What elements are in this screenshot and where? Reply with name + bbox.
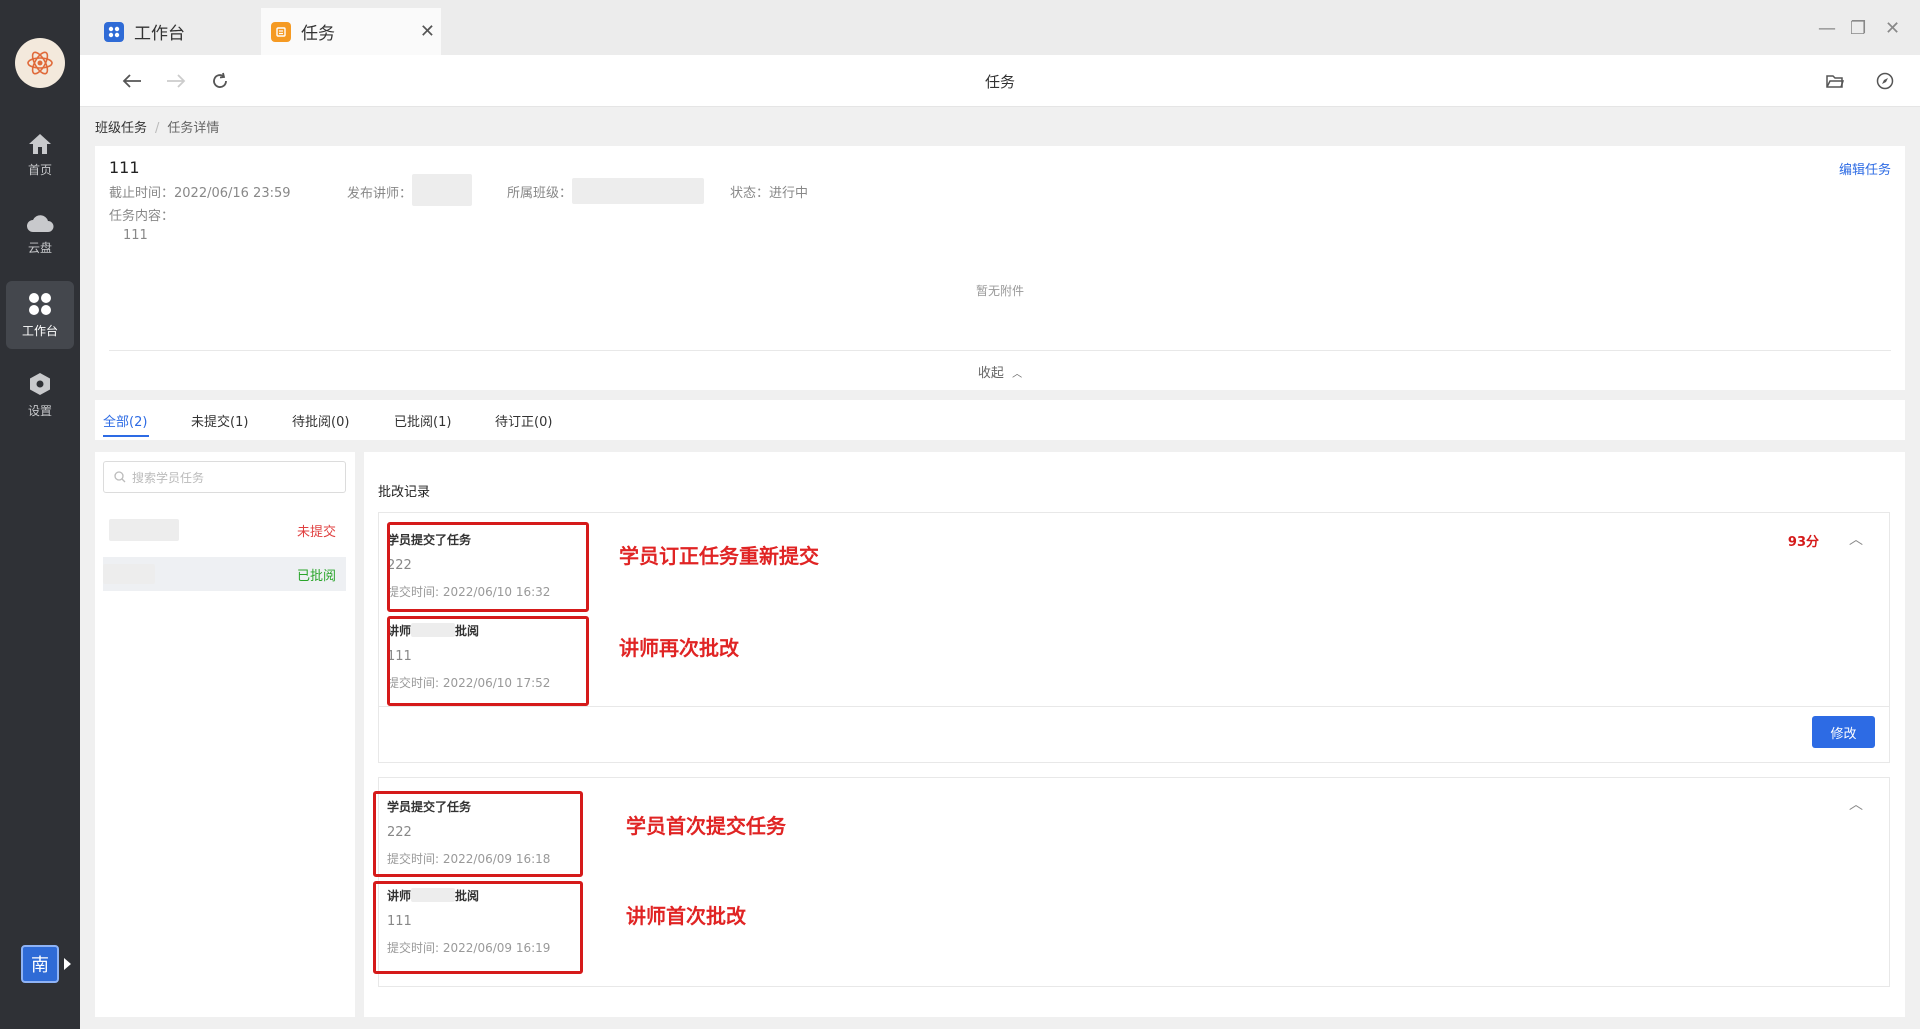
class-name-redacted [572,177,705,204]
student-name-redacted [109,519,179,541]
rail-item-settings[interactable]: 设置 [6,361,74,429]
rail-item-home[interactable]: 首页 [6,121,74,189]
rail-item-workbench[interactable]: 工作台 [6,281,74,349]
atom-icon [27,51,53,75]
tab-not-submitted[interactable]: 未提交(1) [191,411,248,430]
score-badge: 93分 [1787,535,1819,550]
task-class: 所属班级： [507,177,705,204]
page-title: 任务 [984,73,1015,91]
review-records-panel: 批改记录 93分 ︿ 学员提交了任务 222 提交时间: 2022/06/10 … [364,452,1905,1017]
collapse-toggle[interactable]: 收起 ︿ [95,362,1905,381]
open-folder-button[interactable] [1821,67,1849,95]
student-status: 已批阅 [296,568,336,584]
workbench-icon [29,292,51,315]
minimize-icon[interactable]: — [1818,18,1836,39]
app-logo [15,38,65,88]
window-tabbar: 工作台 任务 ✕ — ❐ ✕ [80,0,1920,55]
divider [109,350,1891,351]
search-icon [114,471,126,483]
task-title: 111 [109,158,140,177]
breadcrumb: 班级任务 / 任务详情 [95,117,219,136]
edit-task-link[interactable]: 编辑任务 [1839,159,1891,178]
workbench-tab-icon [104,21,124,42]
rail-item-cloud[interactable]: 云盘 [6,201,74,269]
close-tab-icon[interactable]: ✕ [420,21,435,42]
annotation-box [387,616,589,706]
divider [379,706,1889,707]
annotation-box [373,791,583,877]
compass-icon [1876,72,1894,90]
student-name-redacted [103,564,155,584]
restore-icon[interactable]: ❐ [1850,18,1866,39]
annotation-box [387,522,589,612]
task-content: 111 [123,228,148,243]
rail-label: 设置 [27,403,52,418]
tab-workbench[interactable]: 工作台 [104,8,269,55]
tab-all[interactable]: 全部(2) [103,411,150,437]
tab-to-correct[interactable]: 待订正(0) [495,411,552,430]
rail-label: 工作台 [21,323,58,338]
review-group: ︿ 学员提交了任务 222 提交时间: 2022/06/09 16:18 讲师批… [378,777,1890,987]
breadcrumb-parent[interactable]: 班级任务 [95,121,147,136]
collapse-label: 收起 [977,366,1004,381]
nav-bar: 任务 [80,55,1920,107]
task-deadline: 截止时间：2022/06/16 23:59 [109,186,291,201]
breadcrumb-current: 任务详情 [167,121,220,136]
annotation-label: 讲师首次批改 [626,904,746,928]
search-input[interactable]: 搜索学员任务 [103,461,346,493]
chevron-up-icon[interactable]: ︿ [1849,529,1863,549]
student-list-panel: 搜索学员任务 未提交 已批阅 [95,452,355,1017]
tab-reviewed[interactable]: 已批阅(1) [394,411,451,430]
search-placeholder: 搜索学员任务 [132,470,205,485]
review-group: 93分 ︿ 学员提交了任务 222 提交时间: 2022/06/10 16:32… [378,512,1890,763]
modify-button[interactable]: 修改 [1812,716,1875,748]
chevron-up-icon[interactable]: ︿ [1849,794,1863,814]
left-rail: 首页 云盘 工作台 设置 南 [0,0,80,1029]
cloud-icon [27,214,54,232]
student-status: 未提交 [296,524,336,540]
task-tab-icon [271,21,291,42]
compass-button[interactable] [1871,67,1899,95]
no-attachment-text: 暂无附件 [975,284,1024,298]
tab-label: 工作台 [134,24,185,44]
rail-label: 首页 [27,162,52,177]
teacher-label: 发布讲师： [347,186,413,202]
chevron-up-icon: ︿ [1012,369,1023,380]
annotation-label: 讲师再次批改 [619,636,739,660]
records-title: 批改记录 [378,485,431,500]
student-list-item[interactable]: 已批阅 [103,557,346,591]
annotation-box [373,881,583,974]
tab-label: 任务 [301,24,335,44]
task-detail-card: 111 截止时间：2022/06/16 23:59 发布讲师： 所属班级： 状态… [95,146,1905,390]
tab-task[interactable]: 任务 ✕ [261,8,441,55]
breadcrumb-separator: / [155,121,160,136]
expand-caret-icon[interactable] [64,958,71,970]
teacher-name-redacted [412,174,473,206]
task-status: 状态：进行中 [730,186,809,201]
student-list-item[interactable]: 未提交 [103,513,346,547]
class-label: 所属班级： [507,186,573,201]
annotation-label: 学员首次提交任务 [626,814,786,838]
task-content-label: 任务内容： [109,209,175,224]
annotation-label: 学员订正任务重新提交 [619,544,819,568]
user-avatar[interactable]: 南 [21,945,59,983]
rail-label: 云盘 [27,240,52,255]
folder-open-icon [1826,75,1844,88]
tab-pending-review[interactable]: 待批阅(0) [292,411,349,430]
filter-tabs: 全部(2) 未提交(1) 待批阅(0) 已批阅(1) 待订正(0) [95,400,1905,440]
settings-icon [30,372,50,395]
home-icon [29,133,51,154]
window-close-icon[interactable]: ✕ [1885,18,1900,39]
task-teacher: 发布讲师： [347,174,473,206]
